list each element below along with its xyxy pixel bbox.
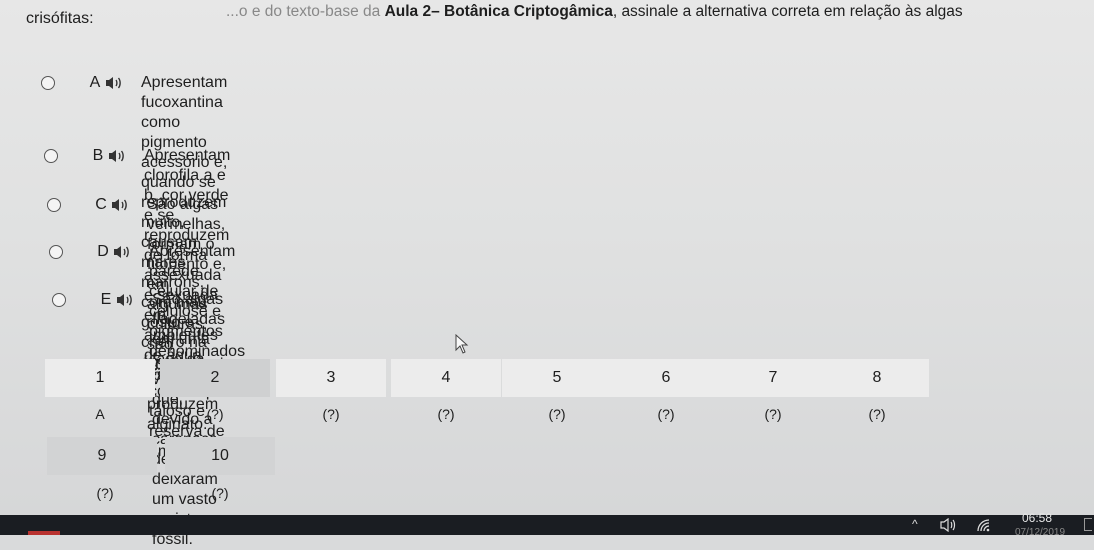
speaker-icon[interactable]	[105, 75, 123, 91]
speaker-icon[interactable]	[111, 197, 129, 213]
taskbar: ^ 06:58 07/12/2019	[0, 511, 1094, 538]
nav-question-8[interactable]: 8	[825, 359, 929, 397]
nav-question-1[interactable]: 1	[45, 359, 155, 397]
option-b-radio[interactable]	[44, 149, 58, 163]
nav-question-2[interactable]: 2	[160, 359, 270, 397]
nav-answer-4: (?)	[437, 406, 455, 422]
option-e-radio[interactable]	[52, 293, 66, 307]
wifi-icon[interactable]	[976, 518, 992, 535]
option-d-radio[interactable]	[49, 245, 63, 259]
question-text-faded: ...o e do texto-base da	[226, 3, 381, 20]
nav-question-6[interactable]: 6	[611, 359, 721, 397]
nav-answer-7: (?)	[764, 406, 782, 422]
nav-question-5[interactable]: 5	[502, 359, 612, 397]
speaker-icon[interactable]	[116, 292, 134, 308]
nav-answer-9: (?)	[96, 485, 114, 501]
nav-answer-6: (?)	[657, 406, 675, 422]
nav-question-3[interactable]: 3	[276, 359, 386, 397]
taskbar-clock[interactable]: 06:58	[1022, 511, 1052, 525]
nav-question-10[interactable]: 10	[165, 437, 275, 475]
taskbar-app-indicator[interactable]	[28, 531, 60, 535]
question-text-bold: Aula 2– Botânica Criptogâmica	[384, 3, 613, 20]
nav-answer-10: (?)	[211, 485, 229, 501]
speaker-icon[interactable]	[113, 244, 131, 260]
option-c-radio[interactable]	[47, 198, 61, 212]
nav-answer-2: (?)	[206, 406, 224, 422]
nav-answer-8: (?)	[868, 406, 886, 422]
question-text-rest: , assinale a alternativa correta em rela…	[612, 3, 963, 20]
nav-answer-5: (?)	[548, 406, 566, 422]
question-text-line2: crisófitas:	[26, 10, 94, 27]
option-a-radio[interactable]	[41, 76, 55, 90]
quiz-page: ...o e do texto-base da Aula 2– Botânica…	[0, 0, 1094, 548]
taskbar-date[interactable]: 07/12/2019	[1015, 527, 1065, 538]
mouse-cursor-icon	[455, 333, 469, 359]
nav-question-4[interactable]: 4	[391, 359, 501, 397]
tray-chevron-icon[interactable]: ^	[912, 517, 918, 531]
nav-question-9[interactable]: 9	[47, 437, 157, 475]
nav-answer-3: (?)	[322, 406, 340, 422]
volume-icon[interactable]	[940, 517, 958, 535]
speaker-icon[interactable]	[108, 148, 126, 164]
show-desktop-button[interactable]	[1084, 518, 1092, 531]
nav-answer-1: A	[95, 406, 105, 422]
nav-question-7[interactable]: 7	[718, 359, 828, 397]
